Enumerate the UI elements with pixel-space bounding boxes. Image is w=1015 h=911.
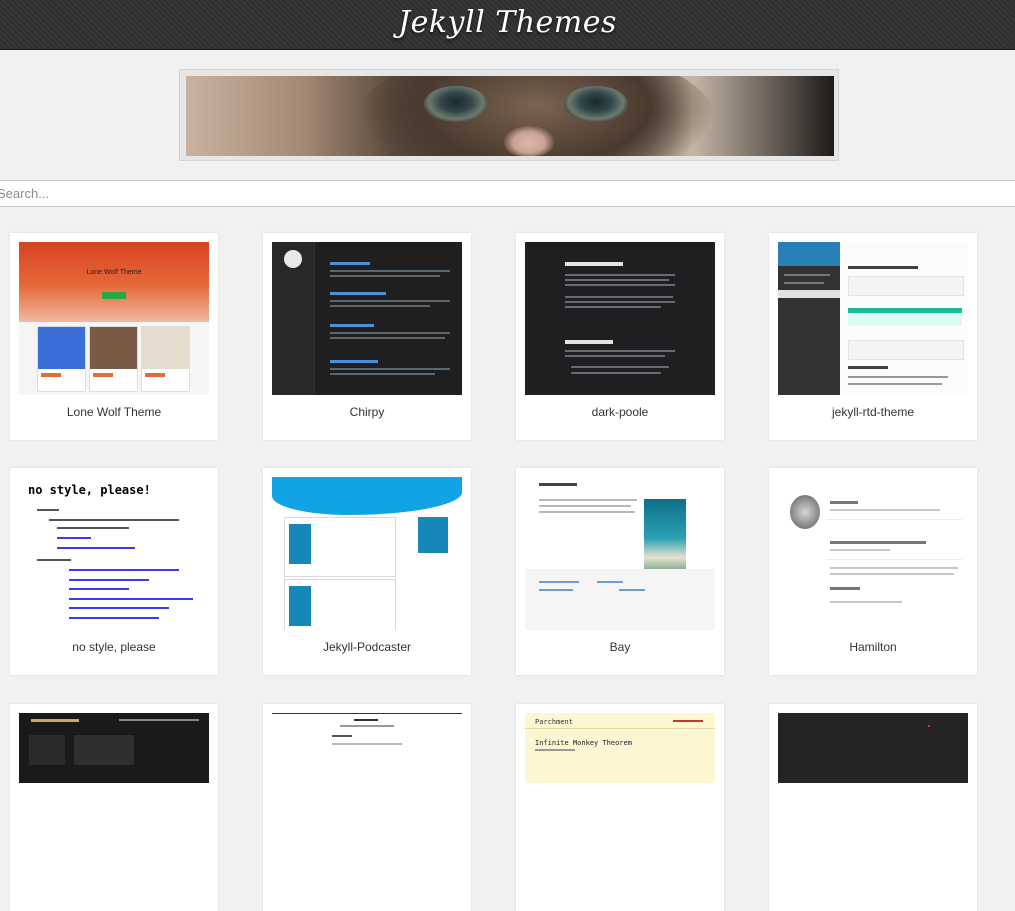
preview-episode	[284, 517, 396, 577]
banner-image	[186, 76, 834, 156]
preview-avatar	[790, 495, 820, 529]
theme-thumbnail[interactable]	[778, 242, 968, 395]
theme-thumbnail[interactable]	[778, 477, 968, 630]
theme-thumbnail[interactable]	[272, 477, 462, 630]
theme-card[interactable]: Chirpy	[263, 233, 471, 440]
cat-eye-left	[424, 86, 488, 122]
theme-thumbnail[interactable]: Parchment Infinite Monkey Theorem	[525, 713, 715, 783]
theme-card[interactable]: Lone Wolf Theme Lone Wolf Theme	[10, 233, 218, 440]
preview-post-title: Infinite Monkey Theorem	[535, 739, 632, 747]
theme-card[interactable]: Bay	[516, 468, 724, 675]
preview-hero	[19, 242, 209, 322]
theme-thumbnail[interactable]	[19, 713, 209, 783]
preview-cover	[418, 517, 448, 553]
preview-note	[848, 308, 962, 326]
theme-name[interactable]: dark-poole	[516, 405, 724, 419]
site-title[interactable]: Jekyll Themes	[0, 5, 1015, 40]
preview-button	[102, 292, 126, 299]
theme-thumbnail[interactable]	[272, 713, 462, 783]
theme-name[interactable]: no style, please	[10, 640, 218, 654]
preview-avatar	[284, 250, 302, 268]
preview-episode	[284, 579, 396, 630]
theme-card[interactable]: Hamilton	[769, 468, 977, 675]
theme-card[interactable]: jekyll-rtd-theme	[769, 233, 977, 440]
preview-code-block	[848, 340, 964, 360]
preview-post-card	[141, 326, 190, 392]
preview-footer	[525, 569, 715, 630]
cat-eye-right	[564, 86, 628, 122]
theme-card[interactable]	[769, 704, 977, 911]
preview-heading: no style, please!	[28, 483, 151, 497]
preview-sidebar-header	[778, 242, 840, 266]
theme-name[interactable]: Hamilton	[769, 640, 977, 654]
theme-name[interactable]: Jekyll-Podcaster	[263, 640, 471, 654]
theme-name[interactable]: jekyll-rtd-theme	[769, 405, 977, 419]
theme-name[interactable]: Lone Wolf Theme	[10, 405, 218, 419]
theme-thumbnail[interactable]: Lone Wolf Theme	[19, 242, 209, 395]
theme-card[interactable]	[10, 704, 218, 911]
cat-nose	[504, 126, 554, 156]
preview-post-card	[37, 326, 86, 392]
theme-thumbnail[interactable]	[778, 713, 968, 783]
preview-sidebar	[272, 242, 315, 395]
banner	[179, 69, 839, 161]
site-header: Jekyll Themes	[0, 0, 1015, 50]
theme-thumbnail[interactable]	[272, 242, 462, 395]
preview-wave	[272, 477, 462, 515]
theme-thumbnail[interactable]	[525, 242, 715, 395]
preview-photo	[644, 499, 686, 577]
preview-hero-title: Lone Wolf Theme	[86, 269, 142, 276]
preview-brand: Parchment	[535, 718, 573, 726]
theme-thumbnail[interactable]: no style, please!	[19, 477, 209, 630]
theme-card[interactable]: no style, please! no style, please	[10, 468, 218, 675]
preview-post-card	[89, 326, 138, 392]
theme-card[interactable]	[263, 704, 471, 911]
theme-thumbnail[interactable]	[525, 477, 715, 630]
theme-card[interactable]: dark-poole	[516, 233, 724, 440]
theme-name[interactable]: Bay	[516, 640, 724, 654]
theme-card[interactable]: Jekyll-Podcaster	[263, 468, 471, 675]
search-input[interactable]	[0, 180, 1015, 207]
theme-name[interactable]: Chirpy	[263, 405, 471, 419]
theme-card[interactable]: Parchment Infinite Monkey Theorem	[516, 704, 724, 911]
preview-code-block	[848, 276, 964, 296]
